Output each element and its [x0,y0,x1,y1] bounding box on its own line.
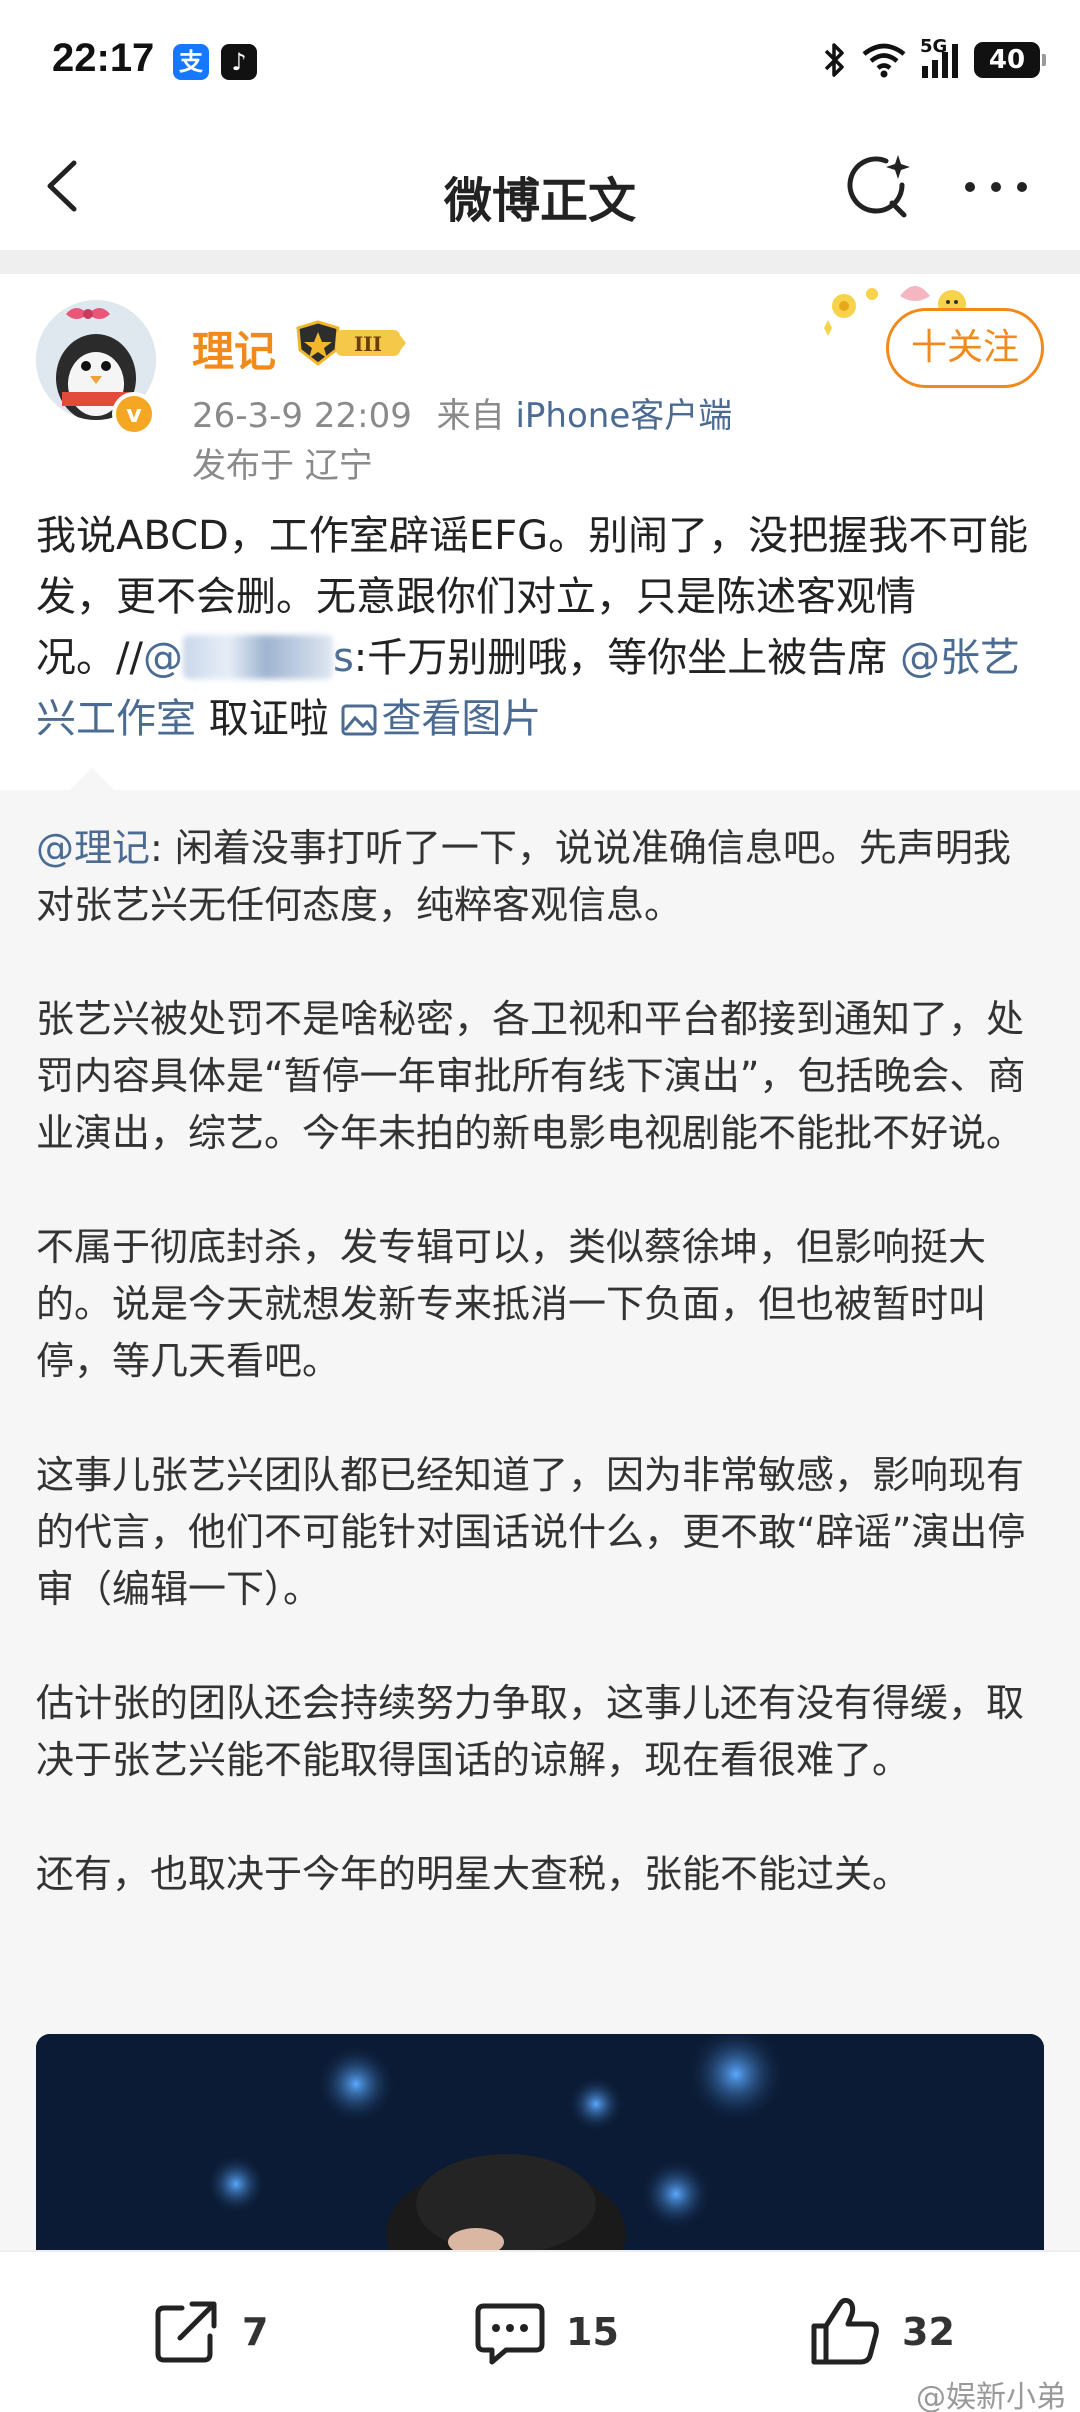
view-image-link[interactable]: 查看图片 [341,696,541,742]
repost-image[interactable] [36,2034,1044,2250]
network-type: 5G [920,36,948,57]
signal-icon: 5G [920,38,960,82]
watermark-text: @娱新小弟 [916,2380,1066,2412]
comment-icon [475,2303,545,2365]
image-icon [341,704,377,736]
repost-paragraph: @理记: 闲着没事打听了一下，说说准确信息吧。先声明我对张艺兴无任何态度，纯粹客… [36,820,1046,934]
alipay-icon: 支 [173,44,209,80]
wifi-icon [862,38,906,82]
repost-paragraph: 还有，也取决于今年的明星大查税，张能不能过关。 [36,1852,911,1896]
from-label: 来自 [436,396,505,436]
like-count: 32 [902,2310,955,2354]
post-body: 我说ABCD，工作室辟谣EFG。别闹了，没把握我不可能发，更不会删。无意跟你们对… [36,506,1046,750]
repost-caret [70,768,114,790]
comment-button[interactable]: 15 [470,2292,619,2372]
repost-text: : 闲着没事打听了一下，说说准确信息吧。先声明我对张艺兴无任何态度，纯粹客观信息… [36,826,1011,927]
search-sparkle-icon[interactable] [842,151,914,223]
status-bar: 22:17 支 ♪ 5G 40 [0,0,1080,125]
share-icon [155,2301,217,2363]
view-image-label: 查看图片 [381,696,542,742]
more-icon[interactable] [960,155,1032,219]
douyin-icon: ♪ [221,44,257,80]
mention-prefix: @ [142,635,183,681]
repost-paragraph: 张艺兴被处罚不是啥秘密，各卫视和平台都接到通知了，处罚内容具体是“暂停一年审批所… [36,997,1026,1155]
verified-badge-icon: v [112,392,156,436]
post-source[interactable]: iPhone客户端 [515,396,732,436]
post-author-name[interactable]: 理记 [192,318,276,379]
nav-bar: 微博正文 [0,125,1080,250]
status-time: 22:17 [52,36,155,80]
repost-paragraph: 不属于彻底封杀，发专辑可以，类似蔡徐坤，但影响挺大的。说是今天就想发新专来抵消一… [36,1225,987,1383]
post-text-part3: 取证啦 [196,696,342,742]
post-text-part2: :千万别删哦，等你坐上被告席 [353,635,888,681]
page-title: 微博正文 [443,173,636,229]
battery-icon: 40 [974,42,1046,78]
vip-badge[interactable]: III [292,320,408,366]
status-icons: 5G 40 [822,38,1046,82]
repost-paragraph: 这事儿张艺兴团队都已经知道了，因为非常敏感，影响现有的代言，他们不可能针对国话说… [36,1453,1026,1611]
repost-paragraph: 估计张的团队还会持续努力争取，这事儿还有没有得缓，取决于张艺兴能不能取得国话的谅… [36,1681,1025,1782]
mention-blurred[interactable]: @ s [143,635,354,681]
section-divider [0,250,1080,274]
comment-count: 15 [566,2310,619,2354]
vip-level: III [354,332,382,356]
post-location: 发布于 辽宁 [192,446,373,486]
post-timestamp: 26-3-9 22:09 [192,396,412,436]
repost-author-link[interactable]: @理记 [36,826,150,870]
post-meta: 26-3-9 22:09 来自 iPhone客户端 [192,388,732,437]
bluetooth-icon [822,38,848,82]
repost-body: @理记: 闲着没事打听了一下，说说准确信息吧。先声明我对张艺兴无任何态度，纯粹客… [36,820,1046,1903]
share-button[interactable]: 7 [146,2292,268,2372]
like-button[interactable]: 32 [806,2292,955,2372]
thumbs-up-icon [811,2297,879,2365]
mention-suffix: s [332,635,354,681]
share-count: 7 [242,2310,269,2354]
blurred-name [182,635,333,679]
follow-button[interactable]: 十关注 [886,308,1044,388]
